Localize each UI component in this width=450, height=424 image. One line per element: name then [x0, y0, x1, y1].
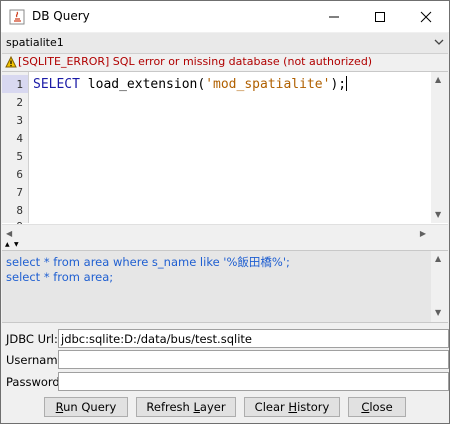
- db-query-window: DB Query spatialite1 [SQLITE_ERROR] SQL …: [0, 0, 450, 424]
- query-history-list[interactable]: select * from area where s_name like '%飯…: [2, 250, 448, 323]
- title-bar: DB Query: [1, 1, 449, 32]
- line-number: 8: [16, 204, 23, 217]
- clear-history-label-pre: Clear: [254, 400, 289, 414]
- connection-select[interactable]: spatialite1: [2, 33, 448, 54]
- current-line-highlight: [2, 75, 28, 93]
- close-button[interactable]: Close: [348, 397, 406, 417]
- text-caret: [346, 76, 348, 91]
- close-label: lose: [369, 400, 393, 414]
- connection-select-value: spatialite1: [6, 36, 64, 49]
- window-title: DB Query: [32, 9, 90, 23]
- sql-code-line: SELECT load_extension('mod_spatialite');: [33, 76, 348, 92]
- close-window-button[interactable]: [403, 1, 449, 32]
- refresh-layer-label: ayer: [199, 400, 226, 414]
- minimize-icon: [329, 16, 339, 17]
- clear-history-mnemonic: H: [288, 400, 298, 414]
- scroll-down-icon[interactable]: ▼: [435, 308, 441, 317]
- refresh-layer-label-pre: Refresh: [146, 400, 194, 414]
- collapse-down-icon[interactable]: ▼: [14, 241, 19, 248]
- line-number: 7: [16, 186, 23, 199]
- sql-function: load_extension(: [79, 77, 206, 92]
- line-number: 1: [16, 78, 23, 91]
- run-query-label: un Query: [63, 400, 117, 414]
- history-vertical-scrollbar[interactable]: ▲ ▼: [431, 251, 448, 322]
- split-pane-divider[interactable]: ▲ ▼: [2, 241, 448, 250]
- password-field[interactable]: [58, 372, 449, 391]
- editor-horizontal-scrollbar[interactable]: ◀ ▶: [2, 224, 448, 243]
- line-number: 3: [16, 114, 23, 127]
- line-number: 2: [16, 96, 23, 109]
- jdbc-url-field[interactable]: jdbc:sqlite:D:/data/bus/test.sqlite: [58, 329, 449, 348]
- scroll-up-icon[interactable]: ▲: [435, 75, 441, 84]
- line-number: 5: [16, 150, 23, 163]
- sql-string: 'mod_spatialite': [205, 77, 331, 92]
- error-message: [SQLITE_ERROR] SQL error or missing data…: [18, 55, 373, 68]
- scroll-right-icon[interactable]: ▶: [420, 229, 426, 238]
- jdbc-url-label: JDBC Url:: [6, 332, 58, 346]
- sql-close-paren: );: [330, 77, 347, 92]
- scroll-up-icon[interactable]: ▲: [435, 254, 441, 263]
- close-icon: [420, 11, 432, 22]
- username-field[interactable]: [58, 350, 449, 369]
- error-message-bar: [SQLITE_ERROR] SQL error or missing data…: [2, 54, 448, 70]
- clear-history-label: istory: [297, 400, 330, 414]
- refresh-layer-button[interactable]: Refresh Layer: [136, 397, 236, 417]
- sql-editor[interactable]: 1 2 3 4 5 6 7 8 9 SELECT load_extension(…: [2, 71, 448, 244]
- minimize-button[interactable]: [311, 1, 357, 32]
- scroll-down-icon[interactable]: ▼: [435, 210, 441, 219]
- line-number: 6: [16, 168, 23, 181]
- editor-vertical-scrollbar[interactable]: ▲ ▼: [431, 72, 448, 223]
- history-item[interactable]: select * from area;: [6, 270, 113, 284]
- warning-icon: [5, 56, 17, 68]
- maximize-icon: [375, 11, 385, 22]
- maximize-button[interactable]: [357, 1, 403, 32]
- line-number: 4: [16, 132, 23, 145]
- scroll-left-icon[interactable]: ◀: [6, 229, 12, 238]
- chevron-down-icon: [434, 39, 444, 45]
- line-number-gutter: 1 2 3 4 5 6 7 8 9: [2, 72, 29, 233]
- history-item[interactable]: select * from area where s_name like '%飯…: [6, 254, 290, 270]
- password-label: Password:: [6, 375, 64, 389]
- java-app-icon: [9, 9, 25, 25]
- run-query-button[interactable]: Run Query: [44, 397, 128, 417]
- clear-history-button[interactable]: Clear History: [244, 397, 340, 417]
- sql-keyword: SELECT: [33, 77, 80, 92]
- collapse-up-icon[interactable]: ▲: [5, 241, 10, 248]
